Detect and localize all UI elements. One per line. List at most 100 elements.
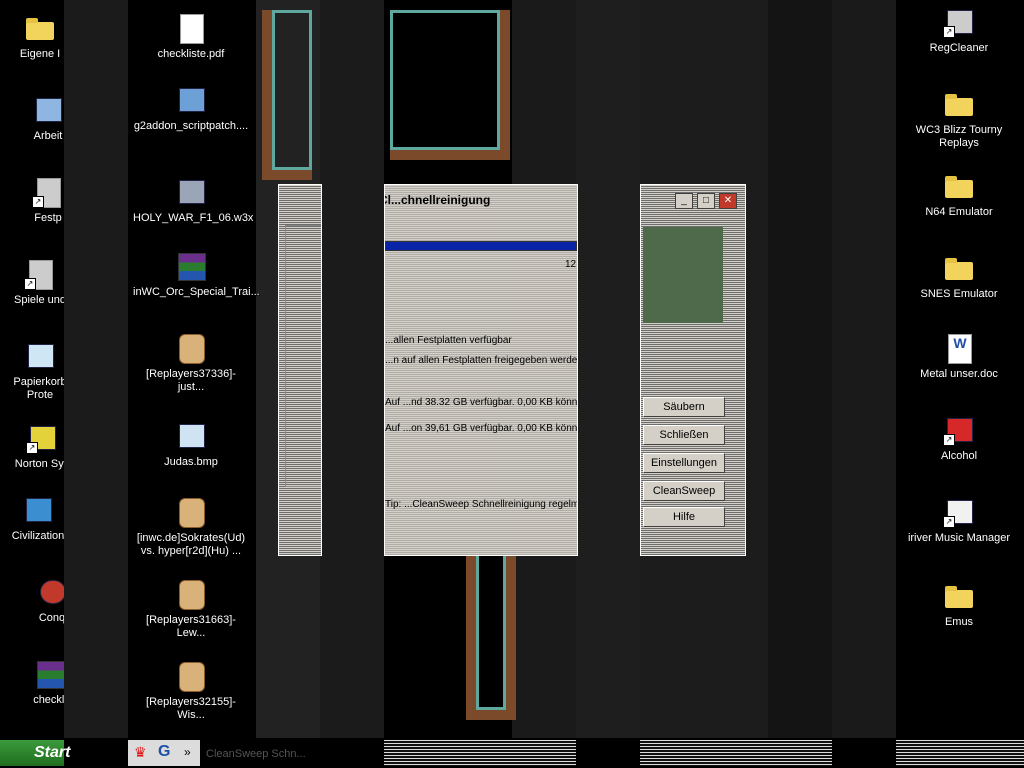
system-tray: [896, 740, 1024, 766]
desktop-icon[interactable]: Judas.bmp: [131, 420, 251, 469]
rar-icon: [34, 658, 66, 690]
civilization-icon: [22, 494, 54, 526]
taskbar-task-button[interactable]: CleanSweep Schn...: [206, 748, 306, 760]
close-button[interactable]: ✕: [719, 193, 737, 209]
dialog-logo-image: [643, 227, 723, 323]
desktop-icon-label: Arbeit: [33, 130, 63, 142]
desktop-icon-label: RegCleaner: [929, 42, 989, 54]
crown-icon[interactable]: ♛: [134, 744, 147, 761]
desktop-icon-label: g2addon_scriptpatch....: [133, 120, 249, 132]
settings-button[interactable]: Einstellungen: [643, 453, 725, 473]
taskbar-glitch: [384, 740, 576, 766]
desktop-icon-label: [Replayers32155]-Wis...: [146, 696, 236, 721]
replay-scroll-icon: [175, 332, 207, 364]
desktop-icon[interactable]: ↗ RegCleaner: [899, 6, 1019, 55]
desktop-icon-label: Papierkorb Prote: [13, 376, 67, 401]
legend-available: ...allen Festplatten verfügbar: [385, 335, 512, 346]
desktop-icon[interactable]: Emus: [899, 580, 1019, 629]
shortcut-icon: ↗: [32, 176, 64, 208]
desktop-icon-label: [Replayers31663]-Lew...: [146, 614, 236, 639]
clean-button[interactable]: Säubern: [643, 397, 725, 417]
desktop-icon-label: WC3 Blizz Tourny Replays: [915, 124, 1003, 149]
desktop-icon-label: Alcohol: [940, 450, 978, 462]
help-button[interactable]: Hilfe: [643, 507, 725, 527]
taskbar-glitch: [640, 740, 832, 766]
cleanup-progress-bar: [385, 241, 577, 251]
desktop-icon[interactable]: inWC_Orc_Special_Trai...: [131, 250, 260, 299]
desktop-icon[interactable]: SNES Emulator: [899, 252, 1019, 301]
glitch-strip: [768, 0, 832, 738]
replay-scroll-icon: [175, 660, 207, 692]
desktop-icon-label: Civilization: [11, 530, 65, 542]
desktop-icon-label: [Replayers37336]-just...: [146, 368, 236, 393]
desktop-icon[interactable]: [Replayers32155]-Wis...: [131, 660, 251, 722]
close-dialog-button[interactable]: Schließen: [643, 425, 725, 445]
desktop-icon-label: HOLY_WAR_F1_06.w3x: [133, 212, 254, 224]
glitch-strip: [576, 0, 640, 738]
regcleaner-icon: ↗: [943, 6, 975, 38]
dialog-title: Cl...chnellreinigung: [384, 193, 491, 207]
desktop-icon[interactable]: HOLY_WAR_F1_06.w3x: [131, 176, 253, 225]
maximize-button[interactable]: □: [697, 193, 715, 209]
drive-line: Auf ...nd 38.32 GB verfügbar. 0,00 KB kö…: [385, 397, 578, 408]
cleansweep-button[interactable]: CleanSweep: [643, 481, 725, 501]
recycle-bin-icon: [24, 340, 56, 372]
word-doc-icon: W: [943, 332, 975, 364]
desktop-icon-label: Festp: [34, 212, 62, 224]
desktop-icon[interactable]: [Replayers31663]-Lew...: [131, 578, 251, 640]
computer-icon: [32, 94, 64, 126]
drive-line: Auf ...on 39,61 GB verfügbar. 0,00 KB kö…: [385, 423, 578, 434]
dialog-button-panel: _ □ ✕ Säubern Schließen Einstellungen Cl…: [640, 184, 746, 556]
cleansweep-dialog-fragment: [278, 184, 322, 556]
alcohol-icon: ↗: [943, 414, 975, 446]
wallpaper-pipe: [466, 550, 516, 720]
desktop-icon-label: Spiele und: [14, 294, 66, 306]
desktop-icon-label: checkliste.pdf: [157, 48, 225, 60]
rar-icon: [175, 250, 207, 282]
desktop-icon[interactable]: ↗ iriver Music Manager: [899, 496, 1019, 545]
desktop-icon[interactable]: N64 Emulator: [899, 170, 1019, 219]
desktop-icon-label: Metal unser.doc: [920, 368, 998, 380]
chevron-right-icon[interactable]: »: [184, 745, 191, 759]
desktop-icon-label: [inwc.de]Sokrates(Ud) vs. hyper[r2d](Hu)…: [136, 532, 246, 557]
desktop-icon[interactable]: checkliste.pdf: [131, 12, 251, 61]
desktop-icon[interactable]: [inwc.de]Sokrates(Ud) vs. hyper[r2d](Hu)…: [131, 496, 251, 558]
desktop-icon-label: inWC_Orc_Special_Trai...: [133, 286, 260, 298]
minimize-button[interactable]: _: [675, 193, 693, 209]
map-file-icon: [175, 176, 207, 208]
desktop-icon-label: Eigene I: [19, 48, 61, 60]
desktop-icon[interactable]: WC3 Blizz Tourny Replays: [899, 88, 1019, 150]
wallpaper-pipe: [390, 10, 510, 160]
glitch-strip: [64, 0, 128, 738]
shortcut-icon: ↗: [24, 258, 56, 290]
wallpaper-pipe: [262, 10, 312, 180]
folder-icon: [943, 252, 975, 284]
folder-icon: [943, 170, 975, 202]
start-label: Start: [34, 744, 71, 761]
folder-icon: [943, 580, 975, 612]
desktop-icon[interactable]: g2addon_scriptpatch....: [131, 84, 251, 133]
iriver-icon: ↗: [943, 496, 975, 528]
bitmap-icon: [175, 420, 207, 452]
folder-icon: [24, 12, 56, 44]
google-icon[interactable]: G: [158, 743, 170, 761]
norton-icon: ↗: [26, 422, 58, 454]
desktop-icon-label: Emus: [944, 616, 974, 628]
start-button[interactable]: Start: [0, 740, 70, 766]
dialog-footer-tip: Tip: ...CleanSweep Schnellreinigung rege…: [385, 499, 577, 510]
desktop-icon-label: N64 Emulator: [925, 206, 993, 218]
desktop-icon-label: SNES Emulator: [920, 288, 998, 300]
replay-scroll-icon: [175, 496, 207, 528]
desktop-icon[interactable]: [Replayers37336]-just...: [131, 332, 251, 394]
desktop-icon[interactable]: ↗ Alcohol: [899, 414, 1019, 463]
glitch-strip: [832, 0, 896, 738]
quick-launch: ♛ G »: [128, 740, 200, 766]
cleansweep-dialog: Cl...chnellreinigung 12 ...allen Festpla…: [384, 184, 578, 556]
folder-icon: [943, 88, 975, 120]
desktop-icon[interactable]: W Metal unser.doc: [899, 332, 1019, 381]
legend-freeable: ...n auf allen Festplatten freigegeben w…: [385, 355, 578, 366]
pdf-icon: [175, 12, 207, 44]
desktop-icon-label: iriver Music Manager: [907, 532, 1011, 544]
progress-percent: 12: [565, 259, 577, 270]
setup-icon: [175, 84, 207, 116]
